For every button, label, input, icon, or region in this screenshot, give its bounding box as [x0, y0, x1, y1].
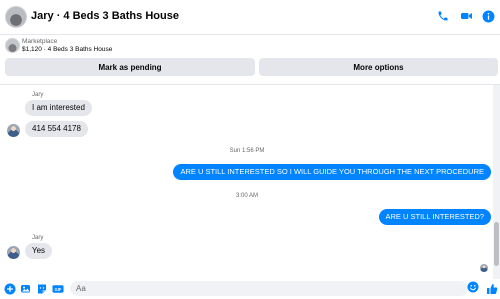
message-input[interactable]: [70, 281, 468, 296]
add-icon[interactable]: [4, 283, 16, 295]
sticker-icon[interactable]: [36, 283, 48, 295]
video-icon[interactable]: [458, 8, 474, 24]
phone-icon[interactable]: [435, 8, 451, 24]
photo-icon[interactable]: [20, 283, 32, 295]
outgoing-message-bubble[interactable]: ARE U STILL INTERESTED SO I WILL GUIDE Y…: [173, 164, 491, 180]
info-icon[interactable]: [480, 8, 496, 24]
message-timestamp: Sun 1:56 PM: [229, 148, 265, 154]
incoming-message-bubble[interactable]: I am interested: [25, 100, 92, 116]
svg-text:GIF: GIF: [55, 287, 62, 292]
gif-icon[interactable]: GIF: [52, 283, 64, 295]
outgoing-message-bubble[interactable]: ARE U STILL INTERESTED?: [378, 209, 491, 225]
divider: [0, 84, 500, 85]
message-sender-name: Jary: [32, 92, 44, 98]
marketplace-label: Marketplace: [22, 38, 58, 45]
sender-avatar[interactable]: [7, 246, 20, 259]
incoming-message-bubble[interactable]: Yes: [25, 243, 53, 259]
more-options-button[interactable]: More options: [259, 58, 498, 76]
listing-thumbnail[interactable]: [5, 38, 20, 53]
scrollbar-thumb[interactable]: [494, 222, 499, 266]
listing-summary[interactable]: $1,120 · 4 Beds 3 Baths House: [22, 46, 112, 53]
incoming-message-bubble[interactable]: 414 554 4178: [25, 121, 88, 137]
listing-avatar[interactable]: [5, 6, 27, 28]
emoji-icon[interactable]: [467, 281, 479, 293]
mark-as-pending-button[interactable]: Mark as pending: [5, 58, 255, 76]
conversation-title[interactable]: Jary · 4 Beds 3 Baths House: [31, 10, 179, 22]
seen-receipt-avatar: [480, 264, 488, 272]
message-sender-name: Jary: [32, 235, 44, 241]
message-timestamp: 3:00 AM: [235, 193, 258, 199]
like-icon[interactable]: [486, 283, 498, 295]
sender-avatar[interactable]: [7, 124, 20, 137]
